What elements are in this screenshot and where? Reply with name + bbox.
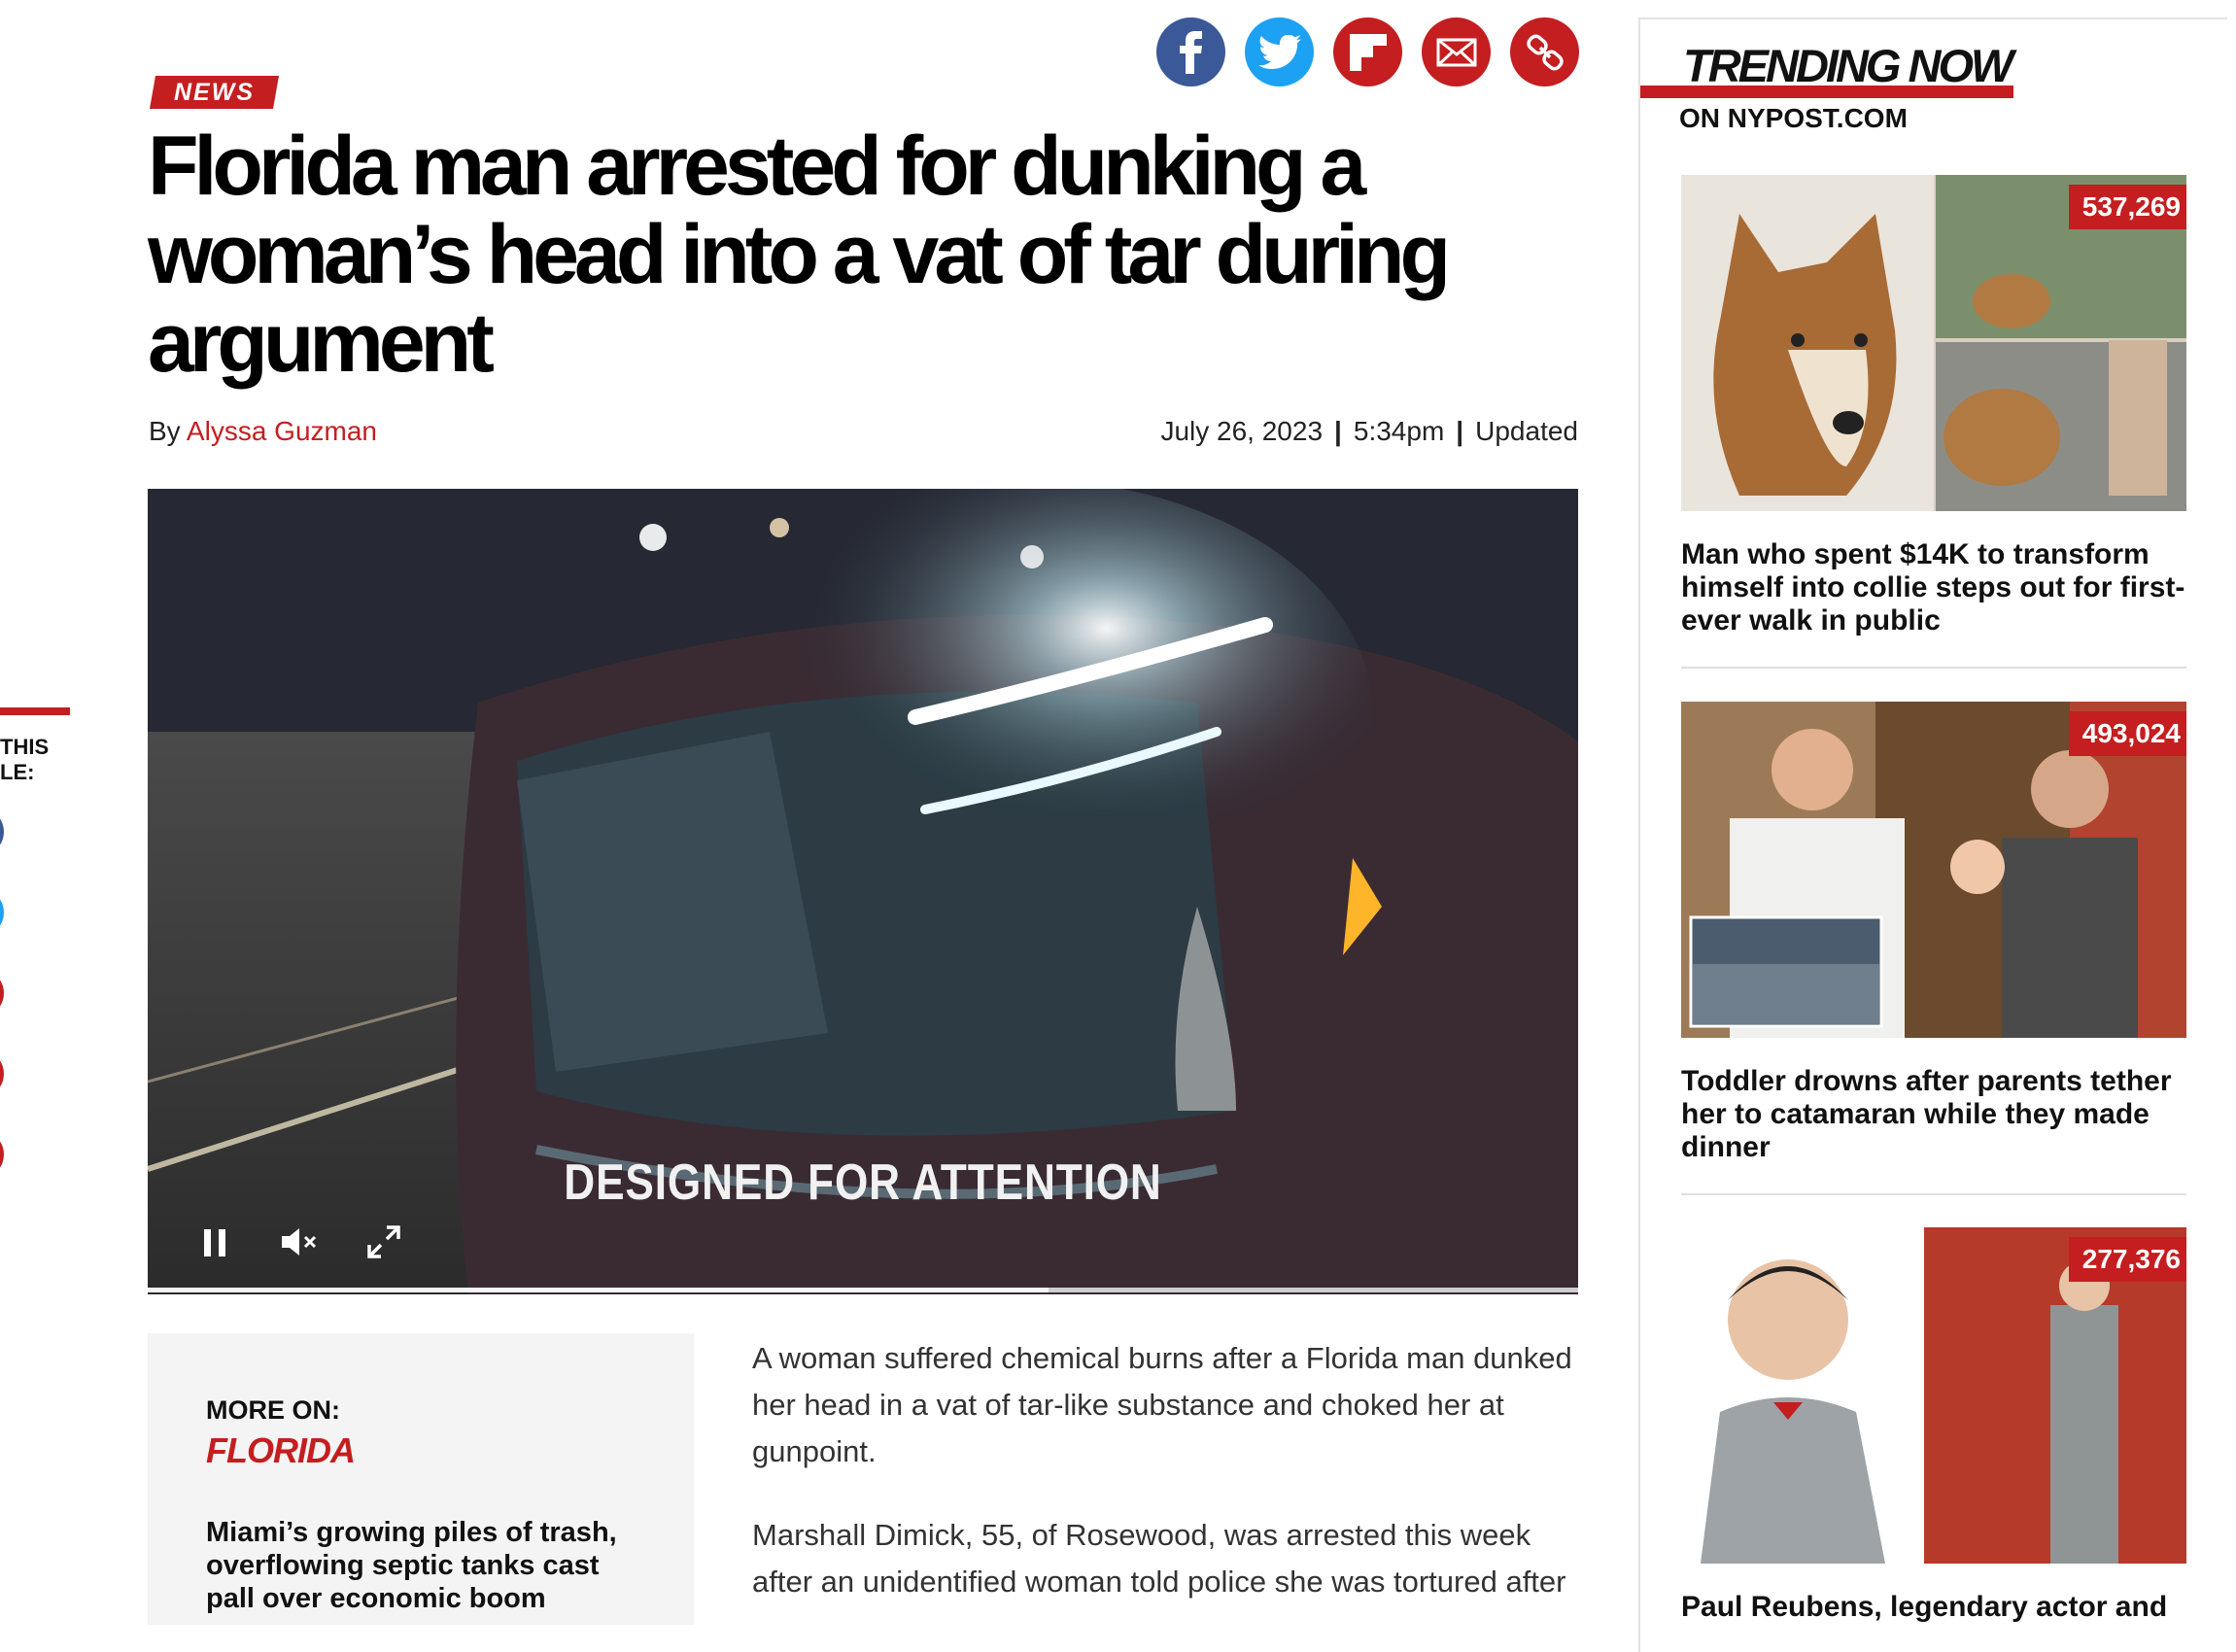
more-on-label: MORE ON: xyxy=(206,1395,340,1425)
card-divider xyxy=(1681,667,2186,669)
trending-sidebar: TRENDING NOW ON NYPOST.COM 537,269 Man w… xyxy=(1638,17,2227,1652)
trending-card-image[interactable]: 493,024 xyxy=(1681,702,2186,1038)
muted-speaker-icon xyxy=(282,1228,317,1256)
trending-card[interactable]: 537,269 Man who spent $14K to transform … xyxy=(1681,175,2186,669)
fullscreen-button[interactable] xyxy=(360,1218,408,1266)
trending-card-title[interactable]: Paul Reubens, legendary actor and xyxy=(1681,1591,2186,1624)
video-progress-bar[interactable] xyxy=(148,1288,1578,1292)
trending-view-count: 277,376 xyxy=(2068,1237,2186,1282)
link-icon xyxy=(1526,34,1564,70)
card-divider xyxy=(1681,1193,2186,1195)
byline: By Alyssa Guzman xyxy=(149,416,377,447)
related-article-link[interactable]: Miami’s growing piles of trash, overflow… xyxy=(206,1516,643,1615)
trending-card-image[interactable]: 277,376 xyxy=(1681,1227,2186,1564)
copy-link-button[interactable] xyxy=(1510,17,1579,86)
facebook-icon xyxy=(1179,30,1202,74)
trending-card[interactable]: 493,024 Toddler drowns after parents tet… xyxy=(1681,702,2186,1195)
author-link[interactable]: Alyssa Guzman xyxy=(187,416,377,446)
rail-link-icon[interactable] xyxy=(0,1134,4,1175)
trending-view-count: 493,024 xyxy=(2068,711,2186,756)
share-rail-label: THIS LE: xyxy=(0,735,50,784)
article-body: A woman suffered chemical burns after a … xyxy=(752,1335,1588,1642)
trending-card-image[interactable]: 537,269 xyxy=(1681,175,2186,511)
pause-icon xyxy=(204,1229,225,1256)
facebook-share-button[interactable] xyxy=(1156,17,1225,86)
trending-card-title[interactable]: Toddler drowns after parents tether her … xyxy=(1681,1065,2186,1164)
article-paragraph: A woman suffered chemical burns after a … xyxy=(752,1341,1572,1468)
twitter-icon xyxy=(1257,34,1301,69)
article-headline: Florida man arrested for dunking a woman… xyxy=(148,120,1451,390)
publish-time: 5:34pm xyxy=(1353,416,1445,446)
email-share-button[interactable] xyxy=(1422,17,1491,86)
share-buttons xyxy=(1156,17,1579,86)
rail-twitter-icon[interactable] xyxy=(0,892,4,933)
publish-date: July 26, 2023 xyxy=(1160,416,1324,446)
date-separator: | xyxy=(1334,416,1342,446)
video-progress-fill xyxy=(148,1288,1049,1292)
flipboard-icon xyxy=(1349,33,1387,71)
section-tag-label: NEWS xyxy=(174,79,255,106)
more-on-box: MORE ON: FLORIDA Miami’s growing piles o… xyxy=(148,1333,694,1625)
video-caption: DESIGNED FOR ATTENTION xyxy=(564,1154,1162,1211)
trending-card[interactable]: 277,376 Paul Reubens, legendary actor an… xyxy=(1681,1227,2186,1624)
rail-email-icon[interactable] xyxy=(0,1053,4,1094)
trending-subtitle: ON NYPOST.COM xyxy=(1679,103,1908,133)
twitter-share-button[interactable] xyxy=(1245,17,1314,86)
more-on-topic-link[interactable]: FLORIDA xyxy=(206,1430,356,1471)
rail-facebook-icon[interactable] xyxy=(0,811,4,852)
video-player[interactable]: DESIGNED FOR ATTENTION xyxy=(148,489,1578,1294)
updated-label: Updated xyxy=(1475,416,1578,446)
share-rail-accent xyxy=(0,707,70,715)
expand-icon xyxy=(367,1225,400,1258)
trending-view-count: 537,269 xyxy=(2068,185,2186,229)
trending-card-title[interactable]: Man who spent $14K to transform himself … xyxy=(1681,538,2186,637)
email-icon xyxy=(1436,38,1476,66)
pause-button[interactable] xyxy=(190,1218,239,1266)
rail-flipboard-icon[interactable] xyxy=(0,973,4,1014)
section-tag[interactable]: NEWS xyxy=(150,76,279,109)
dateline: July 26, 2023 | 5:34pm | Updated xyxy=(1160,416,1578,447)
trending-underline xyxy=(1640,86,2013,98)
article-paragraph: Marshall Dimick, 55, of Rosewood, was ar… xyxy=(752,1518,1566,1599)
byline-prefix: By xyxy=(149,416,181,446)
trending-title: TRENDING NOW xyxy=(1683,40,2013,91)
time-separator: | xyxy=(1456,416,1464,446)
mute-button[interactable] xyxy=(274,1218,323,1266)
flipboard-share-button[interactable] xyxy=(1333,17,1402,86)
left-share-rail: THIS LE: xyxy=(0,0,78,1618)
